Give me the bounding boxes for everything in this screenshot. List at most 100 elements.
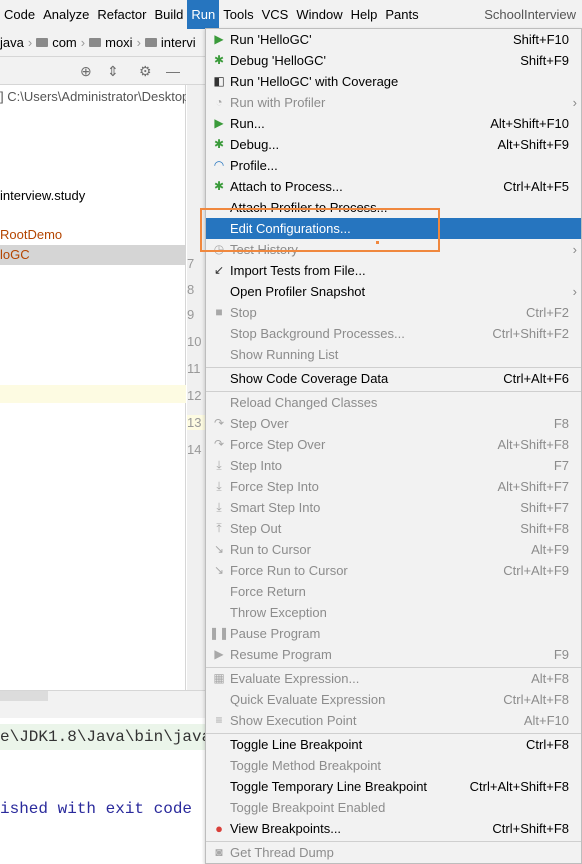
folder-icon [36,38,49,47]
menu-item-debug[interactable]: ✱ Debug... Alt+Shift+F9 [206,134,581,155]
run-menu: ▶ Run 'HelloGC' Shift+F10 ✱ Debug 'Hello… [205,28,582,864]
folder-icon [89,38,102,47]
chevron-right-icon: › [572,284,577,299]
step-into-icon: ⤓ [216,457,222,472]
step-out-icon: ⤒ [216,520,222,535]
menu-item-show-code-coverage[interactable]: Show Code Coverage Data Ctrl+Alt+F6 [206,368,581,389]
camera-icon: ◙ [215,844,223,859]
menu-item-show-running-list[interactable]: Show Running List [206,344,581,365]
menu-window[interactable]: Window [292,0,346,29]
menu-item-toggle-line-breakpoint[interactable]: Toggle Line Breakpoint Ctrl+F8 [206,734,581,755]
line-number: 14 [187,442,202,457]
chevron-right-icon: › [572,95,577,110]
annotation-dot [376,241,379,244]
breadcrumb-item-com[interactable]: com [52,35,77,50]
force-step-over-icon: ↷ [213,436,225,451]
menu-item-force-run-to-cursor[interactable]: ↘ Force Run to Cursor Ctrl+Alt+F9 [206,560,581,581]
menu-item-step-into[interactable]: ⤓ Step Into F7 [206,455,581,476]
editor-gutter: 7 8 9 10 11 12 13 14 [187,85,206,690]
tree-item-package[interactable]: interview.study [0,186,186,206]
menu-item-smart-step-into[interactable]: ⤓ Smart Step Into Shift+F7 [206,497,581,518]
annotation-highlight-box [200,208,440,252]
collapse-all-icon[interactable]: ⇕ [107,63,119,80]
debug-icon: ✱ [213,136,225,151]
step-over-icon: ↷ [213,415,225,430]
breakpoints-icon: ● [215,820,223,836]
run-tab[interactable] [0,691,48,701]
coverage-icon: ◧ [213,73,225,88]
line-number: 9 [187,307,195,322]
run-tool-window-header [0,690,206,718]
menu-item-force-return[interactable]: Force Return [206,581,581,602]
menu-item-attach-to-process[interactable]: ✱ Attach to Process... Ctrl+Alt+F5 [206,176,581,197]
menu-item-run-to-cursor[interactable]: ↘ Run to Cursor Alt+F9 [206,539,581,560]
chevron-right-icon: › [136,35,141,50]
line-number: 13 [187,415,206,430]
menu-item-show-execution-point[interactable]: ≡ Show Execution Point Alt+F10 [206,710,581,731]
menu-item-resume-program[interactable]: ▶ Resume Program F9 [206,644,581,665]
stop-icon: ■ [215,304,223,319]
minimize-icon[interactable]: — [166,63,180,79]
import-icon: ↙ [213,262,225,277]
run-console: e\JDK1.8\Java\bin\java ished with exit c… [0,718,206,864]
line-number: 11 [187,361,201,376]
menu-item-profile[interactable]: ◠ Profile... [206,155,581,176]
menu-item-step-over[interactable]: ↷ Step Over F8 [206,413,581,434]
locate-icon[interactable]: ⊕ [80,63,92,80]
menu-build[interactable]: Build [150,0,187,29]
menu-code[interactable]: Code [0,0,39,29]
run-icon: ▶ [214,115,224,130]
menu-item-view-breakpoints[interactable]: ● View Breakpoints... Ctrl+Shift+F8 [206,818,581,839]
menu-item-run[interactable]: ▶ Run... Alt+Shift+F10 [206,113,581,134]
menu-item-run-with-profiler[interactable]: ◔ Run with Profiler › [206,92,581,113]
menu-item-stop[interactable]: ■ Stop Ctrl+F2 [206,302,581,323]
menu-run[interactable]: Run [187,0,220,29]
menu-item-run-with-coverage[interactable]: ◧ Run 'HelloGC' with Coverage [206,71,581,92]
menu-vcs[interactable]: VCS [258,0,293,29]
menu-item-stop-background[interactable]: Stop Background Processes... Ctrl+Shift+… [206,323,581,344]
line-number: 8 [187,282,195,297]
breadcrumb-item-interview[interactable]: intervi [161,35,196,50]
breadcrumb-item-moxi[interactable]: moxi [105,35,132,50]
menu-item-quick-evaluate[interactable]: Quick Evaluate Expression Ctrl+Alt+F8 [206,689,581,710]
run-to-cursor-icon: ↘ [213,541,225,556]
menu-analyze[interactable]: Analyze [39,0,93,29]
menu-item-run-hellogc[interactable]: ▶ Run 'HelloGC' Shift+F10 [206,29,581,50]
pause-icon: ❚❚ [208,625,230,640]
project-title: SchoolInterview [484,7,576,22]
menu-item-force-step-over[interactable]: ↷ Force Step Over Alt+Shift+F8 [206,434,581,455]
chevron-right-icon: › [572,242,577,257]
attach-icon: ✱ [213,178,225,193]
menu-item-toggle-temporary-breakpoint[interactable]: Toggle Temporary Line Breakpoint Ctrl+Al… [206,776,581,797]
menu-item-reload-changed-classes[interactable]: Reload Changed Classes [206,392,581,413]
menu-bar: Code Analyze Refactor Build Run Tools VC… [0,0,582,29]
menu-item-open-profiler-snapshot[interactable]: Open Profiler Snapshot › [206,281,581,302]
force-step-into-icon: ⤓ [216,478,222,493]
menu-item-get-thread-dump[interactable]: ◙ Get Thread Dump [206,842,581,863]
gear-icon[interactable]: ⚙ [139,63,152,80]
caret-row-highlight [0,385,186,403]
menu-item-toggle-breakpoint-enabled[interactable]: Toggle Breakpoint Enabled [206,797,581,818]
project-toolbar: ⊕ ⇕ ⚙ — [0,57,206,85]
menu-item-toggle-method-breakpoint[interactable]: Toggle Method Breakpoint [206,755,581,776]
profile-icon: ◠ [213,157,225,172]
menu-item-force-step-into[interactable]: ⤓ Force Step Into Alt+Shift+F7 [206,476,581,497]
tree-item-project-root[interactable]: ] C:\Users\Administrator\Desktop [0,87,186,107]
run-icon: ▶ [214,31,224,46]
menu-item-debug-hellogc[interactable]: ✱ Debug 'HelloGC' Shift+F9 [206,50,581,71]
menu-refactor[interactable]: Refactor [93,0,150,29]
menu-item-evaluate-expression[interactable]: ▦ Evaluate Expression... Alt+F8 [206,668,581,689]
menu-item-throw-exception[interactable]: Throw Exception [206,602,581,623]
menu-pants[interactable]: Pants [381,0,422,29]
menu-help[interactable]: Help [347,0,382,29]
line-number: 7 [187,256,195,271]
menu-tools[interactable]: Tools [219,0,257,29]
menu-item-step-out[interactable]: ⤒ Step Out Shift+F8 [206,518,581,539]
tree-item-rootdemo[interactable]: RootDemo [0,225,186,245]
project-tree: ] C:\Users\Administrator\Desktop intervi… [0,85,186,690]
tree-item-hellogc[interactable]: loGC [0,245,186,265]
menu-item-pause-program[interactable]: ❚❚ Pause Program [206,623,581,644]
breadcrumb: java › com › moxi › intervi [0,29,206,57]
menu-item-import-tests[interactable]: ↙ Import Tests from File... [206,260,581,281]
breadcrumb-item-java[interactable]: java [0,35,24,50]
